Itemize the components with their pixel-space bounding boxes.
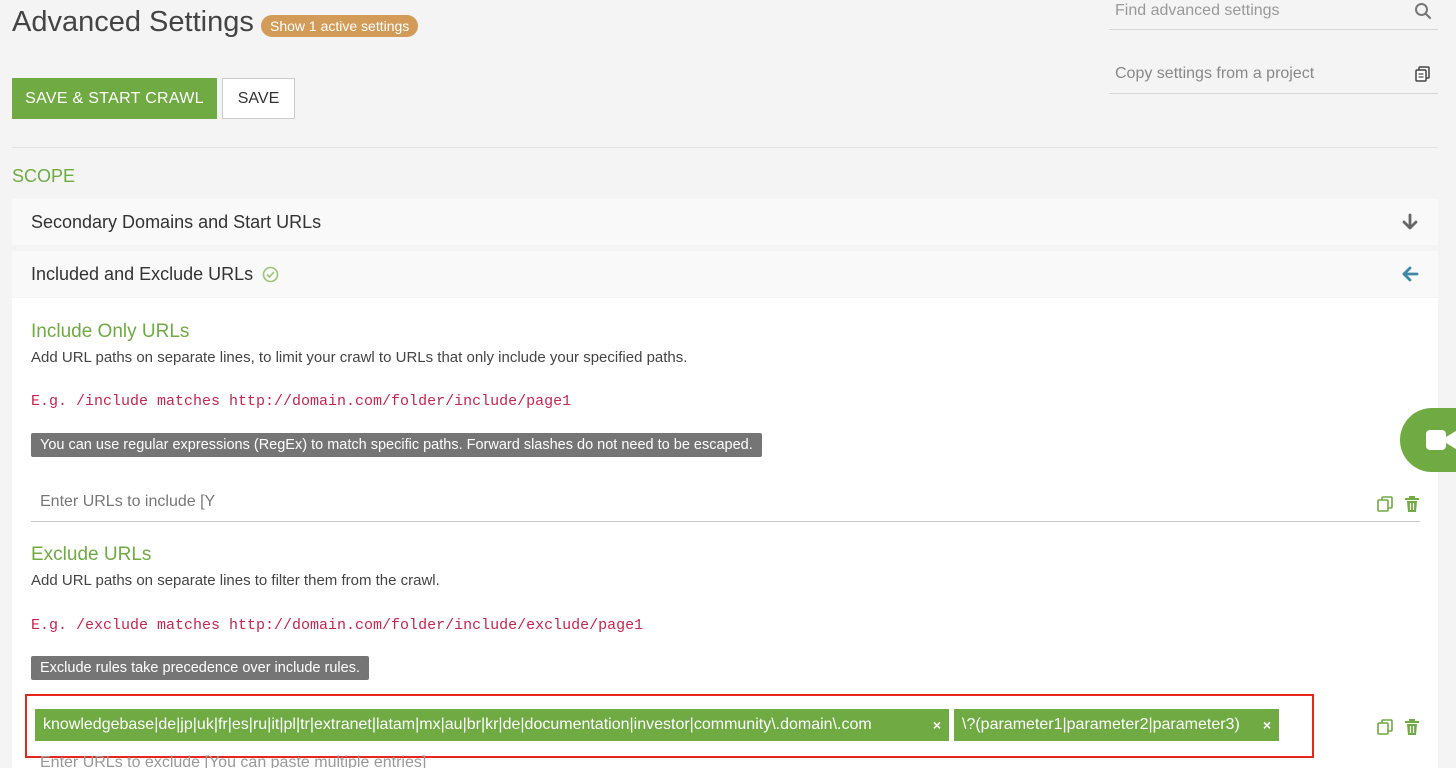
arrow-down-icon[interactable] (1401, 213, 1419, 231)
active-settings-badge[interactable]: Show 1 active settings (261, 15, 419, 37)
exclude-example: E.g. /exclude matches http://domain.com/… (31, 617, 644, 634)
copy-placeholder: Copy settings from a project (1115, 64, 1315, 82)
panel-secondary-domains[interactable]: Secondary Domains and Start URLs (12, 199, 1438, 245)
search-settings-input[interactable]: Find advanced settings (1109, 0, 1438, 30)
clipboard-icon[interactable] (1414, 65, 1432, 83)
exclude-description: Add URL paths on separate lines to filte… (31, 572, 440, 589)
panel-label-wrap: Included and Exclude URLs (31, 264, 1401, 285)
header-divider (12, 147, 1438, 148)
exclude-title: Exclude URLs (31, 544, 152, 565)
tag-remove-icon[interactable]: × (1263, 717, 1271, 733)
include-urls-input[interactable]: Enter URLs to include [Y (31, 482, 1420, 522)
exclude-tag[interactable]: knowledgebase|de|jp|uk|fr|es|ru|it|pl|tr… (35, 709, 949, 741)
include-regex-note: You can use regular expressions (RegEx) … (31, 433, 762, 457)
search-placeholder: Find advanced settings (1115, 1, 1280, 19)
exclude-tag[interactable]: \?(parameter1|parameter2|parameter3) × (954, 709, 1279, 741)
include-description: Add URL paths on separate lines, to limi… (31, 349, 688, 366)
search-icon[interactable] (1414, 2, 1432, 20)
exclude-precedence-note: Exclude rules take precedence over inclu… (31, 656, 369, 680)
page-title: Advanced Settings (12, 6, 254, 38)
exclude-input-placeholder: Enter URLs to exclude [You can paste mul… (40, 754, 427, 768)
trash-icon[interactable] (1404, 718, 1420, 736)
trash-icon[interactable] (1404, 495, 1420, 513)
exclude-actions (1376, 718, 1420, 736)
tag-remove-icon[interactable]: × (933, 717, 941, 733)
video-icon (1426, 428, 1456, 452)
copy-icon[interactable] (1376, 718, 1394, 736)
panel-include-exclude-urls[interactable]: Included and Exclude URLs (12, 251, 1438, 297)
copy-settings-input[interactable]: Copy settings from a project (1109, 54, 1438, 94)
panel-label: Secondary Domains and Start URLs (31, 211, 322, 232)
tag-text: \?(parameter1|parameter2|parameter3) (962, 716, 1240, 733)
arrow-left-icon[interactable] (1401, 265, 1419, 283)
save-button[interactable]: SAVE (222, 78, 295, 119)
copy-icon[interactable] (1376, 495, 1394, 513)
save-and-start-crawl-button[interactable]: SAVE & START CRAWL (12, 78, 217, 119)
include-example: E.g. /include matches http://domain.com/… (31, 393, 572, 410)
video-chat-bubble[interactable] (1400, 408, 1456, 472)
include-input-placeholder: Enter URLs to include [Y (40, 492, 216, 510)
panel-label: Included and Exclude URLs (31, 263, 254, 284)
tag-text: knowledgebase|de|jp|uk|fr|es|ru|it|pl|tr… (43, 716, 872, 733)
include-actions (1376, 495, 1420, 513)
include-title: Include Only URLs (31, 321, 190, 342)
scope-section-label: SCOPE (12, 166, 76, 186)
check-circle-icon (262, 266, 279, 283)
